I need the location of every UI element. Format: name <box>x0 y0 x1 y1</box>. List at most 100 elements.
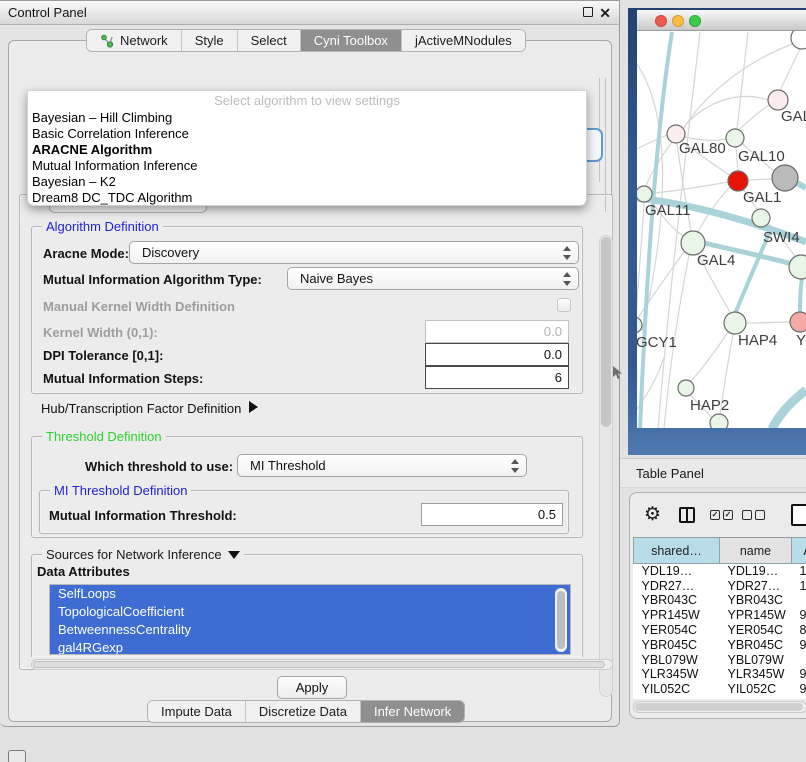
expander-right-icon[interactable] <box>249 401 258 413</box>
network-node[interactable] <box>791 31 806 49</box>
cell-value[interactable]: 9. <box>792 608 806 623</box>
dpi-tolerance-field[interactable]: 0.0 <box>425 343 569 366</box>
table-row[interactable]: YBR045CYBR045C9. <box>634 637 806 652</box>
algorithm-option[interactable]: Dream8 DC_TDC Algorithm <box>28 190 586 206</box>
network-node[interactable] <box>790 312 806 332</box>
column-selector-icon[interactable] <box>679 507 695 523</box>
cell-value[interactable] <box>792 593 806 608</box>
table-row[interactable]: YLR345WYLR345W9. <box>634 667 806 682</box>
column-header-name[interactable]: name <box>720 538 792 564</box>
network-node-gcy1[interactable] <box>637 317 642 333</box>
cell-value[interactable]: 9. <box>792 637 806 652</box>
cell-name[interactable]: YBL079W <box>720 652 792 667</box>
minimize-traffic-light-icon[interactable] <box>672 15 684 27</box>
cell-name[interactable]: YBR045C <box>720 637 792 652</box>
select-all-checkboxes-icon[interactable]: ✓ ✓ <box>710 510 733 520</box>
cell-shared-name[interactable]: YIL052C <box>634 682 720 697</box>
cell-name[interactable]: YPR145W <box>720 608 792 623</box>
tab-discretize-data[interactable]: Discretize Data <box>246 701 361 722</box>
cell-name[interactable]: YBR043C <box>720 593 792 608</box>
cell-name[interactable]: YDR27… <box>720 578 792 593</box>
apply-button[interactable]: Apply <box>277 676 347 699</box>
cell-shared-name[interactable]: YER054C <box>634 623 720 638</box>
kernel-width-field[interactable]: 0.0 <box>425 320 569 343</box>
float-window-icon[interactable] <box>583 7 593 17</box>
cell-value[interactable]: 8. <box>792 623 806 638</box>
column-header-partial[interactable]: A <box>792 538 806 564</box>
column-header-shared-name[interactable]: shared… <box>634 538 720 564</box>
cell-name[interactable]: YLR345W <box>720 667 792 682</box>
table-row[interactable]: YBL079WYBL079W <box>634 652 806 667</box>
dock-window-icon[interactable] <box>8 750 26 762</box>
attributes-scrollbar-thumb[interactable] <box>557 591 565 649</box>
collapse-down-icon[interactable] <box>228 551 240 559</box>
cell-shared-name[interactable]: YPR145W <box>634 608 720 623</box>
settings-hscrollbar-thumb[interactable] <box>33 661 605 668</box>
cell-value[interactable]: 9. <box>792 667 806 682</box>
network-canvas[interactable]: GAL GAL80 GAL10 GAL1 GAL11 SWI4 GAL4 GCY… <box>637 31 806 428</box>
tab-impute-data[interactable]: Impute Data <box>148 701 246 722</box>
cell-shared-name[interactable]: YBL079W <box>634 652 720 667</box>
close-traffic-light-icon[interactable] <box>655 15 667 27</box>
network-node[interactable] <box>768 90 788 110</box>
algorithm-option[interactable]: Bayesian – Hill Climbing <box>28 110 586 126</box>
network-node-hap4[interactable] <box>724 312 746 334</box>
cell-name[interactable]: YER054C <box>720 623 792 638</box>
mi-steps-field[interactable]: 6 <box>425 366 569 389</box>
table-row[interactable]: YBR043CYBR043C <box>634 593 806 608</box>
network-view-window[interactable]: GAL GAL80 GAL10 GAL1 GAL11 SWI4 GAL4 GCY… <box>628 8 806 455</box>
cell-shared-name[interactable]: YDL19… <box>634 564 720 579</box>
data-attributes-list[interactable]: SelfLoops TopologicalCoefficient Between… <box>49 584 571 655</box>
table-row[interactable]: YPR145WYPR145W9. <box>634 608 806 623</box>
control-panel-titlebar[interactable]: Control Panel ✕ <box>0 1 619 25</box>
sources-title-row[interactable]: Sources for Network Inference <box>42 547 244 562</box>
cell-shared-name[interactable]: YDR27… <box>634 578 720 593</box>
hub-definition-expander[interactable]: Hub/Transcription Factor Definition <box>41 401 258 416</box>
network-node-gal1-selected[interactable] <box>728 171 748 191</box>
network-node-gal10[interactable] <box>726 129 744 147</box>
network-node[interactable] <box>710 414 728 428</box>
network-window-titlebar[interactable] <box>637 10 806 31</box>
algorithm-option[interactable]: Mutual Information Inference <box>28 158 586 174</box>
manual-kernel-checkbox[interactable] <box>557 298 571 312</box>
network-node[interactable] <box>772 165 798 191</box>
zoom-traffic-light-icon[interactable] <box>689 15 701 27</box>
cell-shared-name[interactable]: YLR345W <box>634 667 720 682</box>
cell-name[interactable]: YDL19… <box>720 564 792 579</box>
tab-network[interactable]: Network <box>87 30 182 51</box>
cell-name[interactable]: YIL052C <box>720 682 792 697</box>
algorithm-option[interactable]: Bayesian – K2 <box>28 174 586 190</box>
tab-cyni-toolbox[interactable]: Cyni Toolbox <box>301 30 402 51</box>
table-row[interactable]: YDR27…YDR27…12 <box>634 578 806 593</box>
tab-jactivemnodules[interactable]: jActiveMNodules <box>402 30 525 51</box>
tab-infer-network[interactable]: Infer Network <box>361 701 464 722</box>
attribute-item-selected[interactable]: gal4RGexp <box>50 639 570 655</box>
cell-value[interactable]: 13 <box>792 564 806 579</box>
algorithm-option-selected[interactable]: ARACNE Algorithm <box>28 142 586 158</box>
mi-type-combo[interactable]: Naive Bayes <box>287 267 579 290</box>
network-node[interactable] <box>789 255 806 279</box>
attribute-item-selected[interactable]: SelfLoops <box>50 585 570 603</box>
table-row[interactable]: YDL19…YDL19…13 <box>634 564 806 579</box>
table-hscrollbar-thumb[interactable] <box>635 703 803 711</box>
cell-shared-name[interactable]: YBR045C <box>634 637 720 652</box>
network-node-gal11[interactable] <box>637 186 652 202</box>
deselect-all-checkboxes-icon[interactable] <box>742 510 765 520</box>
tab-select[interactable]: Select <box>238 30 301 51</box>
which-threshold-combo[interactable]: MI Threshold <box>237 454 527 477</box>
attribute-item-selected[interactable]: TopologicalCoefficient <box>50 603 570 621</box>
tab-style[interactable]: Style <box>182 30 238 51</box>
close-window-icon[interactable]: ✕ <box>599 7 611 19</box>
settings-scrollbar-thumb[interactable] <box>601 237 611 427</box>
table-row[interactable]: YIL052CYIL052C9. <box>634 682 806 697</box>
document-icon[interactable] <box>791 504 806 526</box>
gear-icon[interactable]: ⚙ <box>644 503 661 527</box>
network-node-hap2[interactable] <box>678 380 694 396</box>
cell-value[interactable] <box>792 652 806 667</box>
cell-shared-name[interactable]: YBR043C <box>634 593 720 608</box>
attribute-item-selected[interactable]: BetweennessCentrality <box>50 621 570 639</box>
network-node-swi4[interactable] <box>752 209 770 227</box>
aracne-mode-combo[interactable]: Discovery <box>129 241 579 264</box>
algorithm-option[interactable]: Basic Correlation Inference <box>28 126 586 142</box>
table-row[interactable]: YER054CYER054C8. <box>634 623 806 638</box>
